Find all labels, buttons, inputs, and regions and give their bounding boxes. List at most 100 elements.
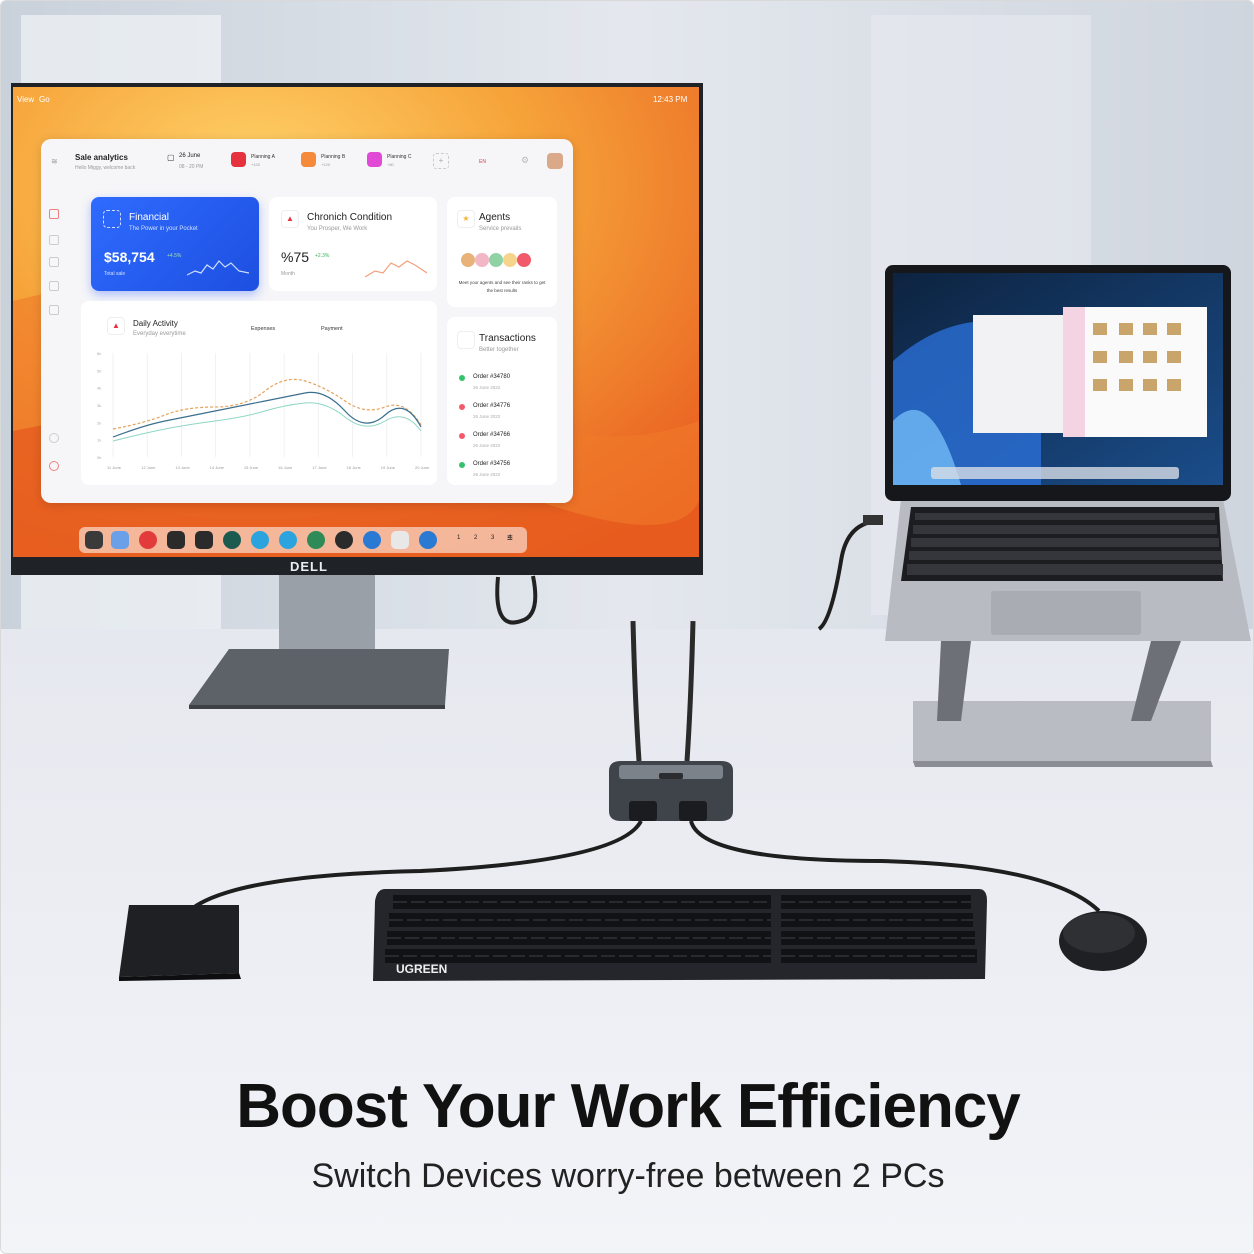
order-id[interactable]: Order #34766 <box>473 432 510 438</box>
add-icon[interactable]: + <box>433 153 449 169</box>
menu-clock: 12:43 PM <box>653 95 688 104</box>
order-status-icon <box>459 462 465 468</box>
agent-avatar <box>503 253 517 267</box>
keyboard-brand-logo: UGREEN <box>396 962 448 976</box>
steam-icon[interactable] <box>335 531 353 549</box>
order-status-icon <box>459 375 465 381</box>
activity-chart: 0k 1k 2k 3k 4k 5k 6k 11 June 12 June 13 June 14 Ju… <box>97 351 430 470</box>
dashboard-window: ≋ Sale analytics Hello Miggy, welcome ba… <box>41 139 573 503</box>
y-tick-label: 6k <box>97 351 101 356</box>
calendar-app-icon[interactable] <box>391 531 409 549</box>
menu-icon[interactable]: ≡ <box>507 533 513 544</box>
terminal-icon[interactable] <box>85 531 103 549</box>
menu-item-view: View <box>17 95 35 104</box>
monitor-dock: 1 2 3 4 ≡ <box>79 527 527 553</box>
sidebar-pin-icon[interactable] <box>49 305 59 315</box>
menu-item-go: Go <box>39 95 50 104</box>
order-id[interactable]: Order #34780 <box>473 374 510 380</box>
toggle-icon[interactable] <box>419 531 437 549</box>
financial-card[interactable]: Financial The Power in your Pocket $58,7… <box>91 197 259 291</box>
star-icon: ★ <box>457 210 475 228</box>
x-tick-label: 15 June <box>244 465 259 470</box>
y-tick-label: 1k <box>97 438 101 443</box>
financial-sparkline <box>187 260 249 276</box>
x-tick-label: 12 June <box>141 465 156 470</box>
subheadline: Switch Devices worry-free between 2 PCs <box>311 1157 945 1195</box>
x-tick-label: 11 June <box>107 465 122 470</box>
sound-icon: ≋ <box>51 157 58 166</box>
alert-icon: ▲ <box>281 210 299 228</box>
menu-bar: View Go 12:43 PM <box>13 87 699 111</box>
monitor-brand-logo: DELL <box>290 559 328 574</box>
avatar[interactable] <box>547 153 563 169</box>
settings-icon[interactable]: ⚙ <box>521 155 529 166</box>
chronic-subtitle: You Prosper, We Work <box>307 226 368 232</box>
x-tick-label: 16 June <box>278 465 293 470</box>
chronic-condition-card[interactable]: ▲ Chronich Condition You Prosper, We Wor… <box>269 197 437 291</box>
browser-icon[interactable] <box>251 531 269 549</box>
x-tick-label: 19 June <box>381 465 396 470</box>
agents-description: Meet your agents and see their ranks to … <box>458 280 546 293</box>
sidebar-chart-icon[interactable] <box>49 235 59 245</box>
terminal2-icon[interactable] <box>307 531 325 549</box>
y-tick-label: 4k <box>97 386 101 391</box>
x-tick-label: 13 June <box>175 465 190 470</box>
sidebar-doc-icon[interactable] <box>49 281 59 291</box>
music-icon[interactable] <box>279 531 297 549</box>
order-date: 26 June 2022 <box>473 385 501 390</box>
order-status-icon <box>459 404 465 410</box>
daily-activity-card: ▲ Daily Activity Everyday everytime Expe… <box>81 301 437 485</box>
sidebar-home-icon[interactable] <box>49 209 59 219</box>
order-status-icon <box>459 433 465 439</box>
chronic-sparkline <box>365 260 427 278</box>
dashboard-header: ≋ Sale analytics Hello Miggy, welcome ba… <box>41 139 573 183</box>
agents-title: Agents <box>479 212 511 223</box>
legend-payment: Payment <box>321 326 343 332</box>
sidebar-file-icon[interactable] <box>49 257 59 267</box>
chronic-change: +2.3% <box>315 253 330 259</box>
agent-avatar <box>489 253 503 267</box>
chronic-value: %75 <box>281 249 310 265</box>
language-selector[interactable]: EN <box>479 159 486 165</box>
dashboard-subtitle: Hello Miggy, welcome back <box>75 165 136 171</box>
chronic-label: Month <box>281 271 295 277</box>
finder-icon[interactable] <box>111 531 129 549</box>
laptop-finder-window <box>973 315 1069 433</box>
target-icon <box>103 210 121 228</box>
activity-icon: ▲ <box>107 317 125 335</box>
inkscape-icon[interactable] <box>167 531 185 549</box>
order-date: 26 June 2022 <box>473 472 501 477</box>
obs-icon[interactable] <box>223 531 241 549</box>
product-image-frame: View Go 12:43 PM ≋ Sale analytics Hello … <box>0 0 1254 1254</box>
order-id[interactable]: Order #34756 <box>473 461 510 467</box>
transactions-card: Transactions Better together Order #3478… <box>447 317 557 485</box>
transactions-title: Transactions <box>479 333 536 344</box>
laptop-dock <box>931 467 1179 479</box>
agents-card[interactable]: ★ Agents Service prevails Meet your agen… <box>447 197 557 307</box>
chronic-title: Chronich Condition <box>307 212 393 223</box>
legend-expenses: Expenses <box>251 326 276 332</box>
y-tick-label: 3k <box>97 403 101 408</box>
agents-subtitle: Service prevails <box>479 226 522 232</box>
y-tick-label: 0k <box>97 455 101 460</box>
calendar-icon: ▢ <box>167 153 175 162</box>
order-date: 26 June 2022 <box>473 414 501 419</box>
x-tick-label: 17 June <box>312 465 327 470</box>
header-date: 26 June <box>179 153 201 159</box>
financial-value: $58,754 <box>104 249 155 265</box>
sidebar-sun-icon[interactable] <box>49 461 59 471</box>
x-tick-label: 20 June <box>415 465 430 470</box>
monitor-screen: View Go 12:43 PM ≋ Sale analytics Hello … <box>13 87 699 573</box>
activity-subtitle: Everyday everytime <box>133 331 186 337</box>
x-tick-label: 14 June <box>210 465 225 470</box>
agent-avatar <box>461 253 475 267</box>
x-tick-label: 18 June <box>347 465 362 470</box>
add-agent-icon[interactable] <box>517 253 531 267</box>
sidebar-help-icon[interactable] <box>49 433 59 443</box>
activity-title: Daily Activity <box>133 319 178 328</box>
y-tick-label: 5k <box>97 368 101 373</box>
order-id[interactable]: Order #34776 <box>473 403 510 409</box>
gimp-icon[interactable] <box>195 531 213 549</box>
app-icon[interactable] <box>363 531 381 549</box>
vivaldi-icon[interactable] <box>139 531 157 549</box>
